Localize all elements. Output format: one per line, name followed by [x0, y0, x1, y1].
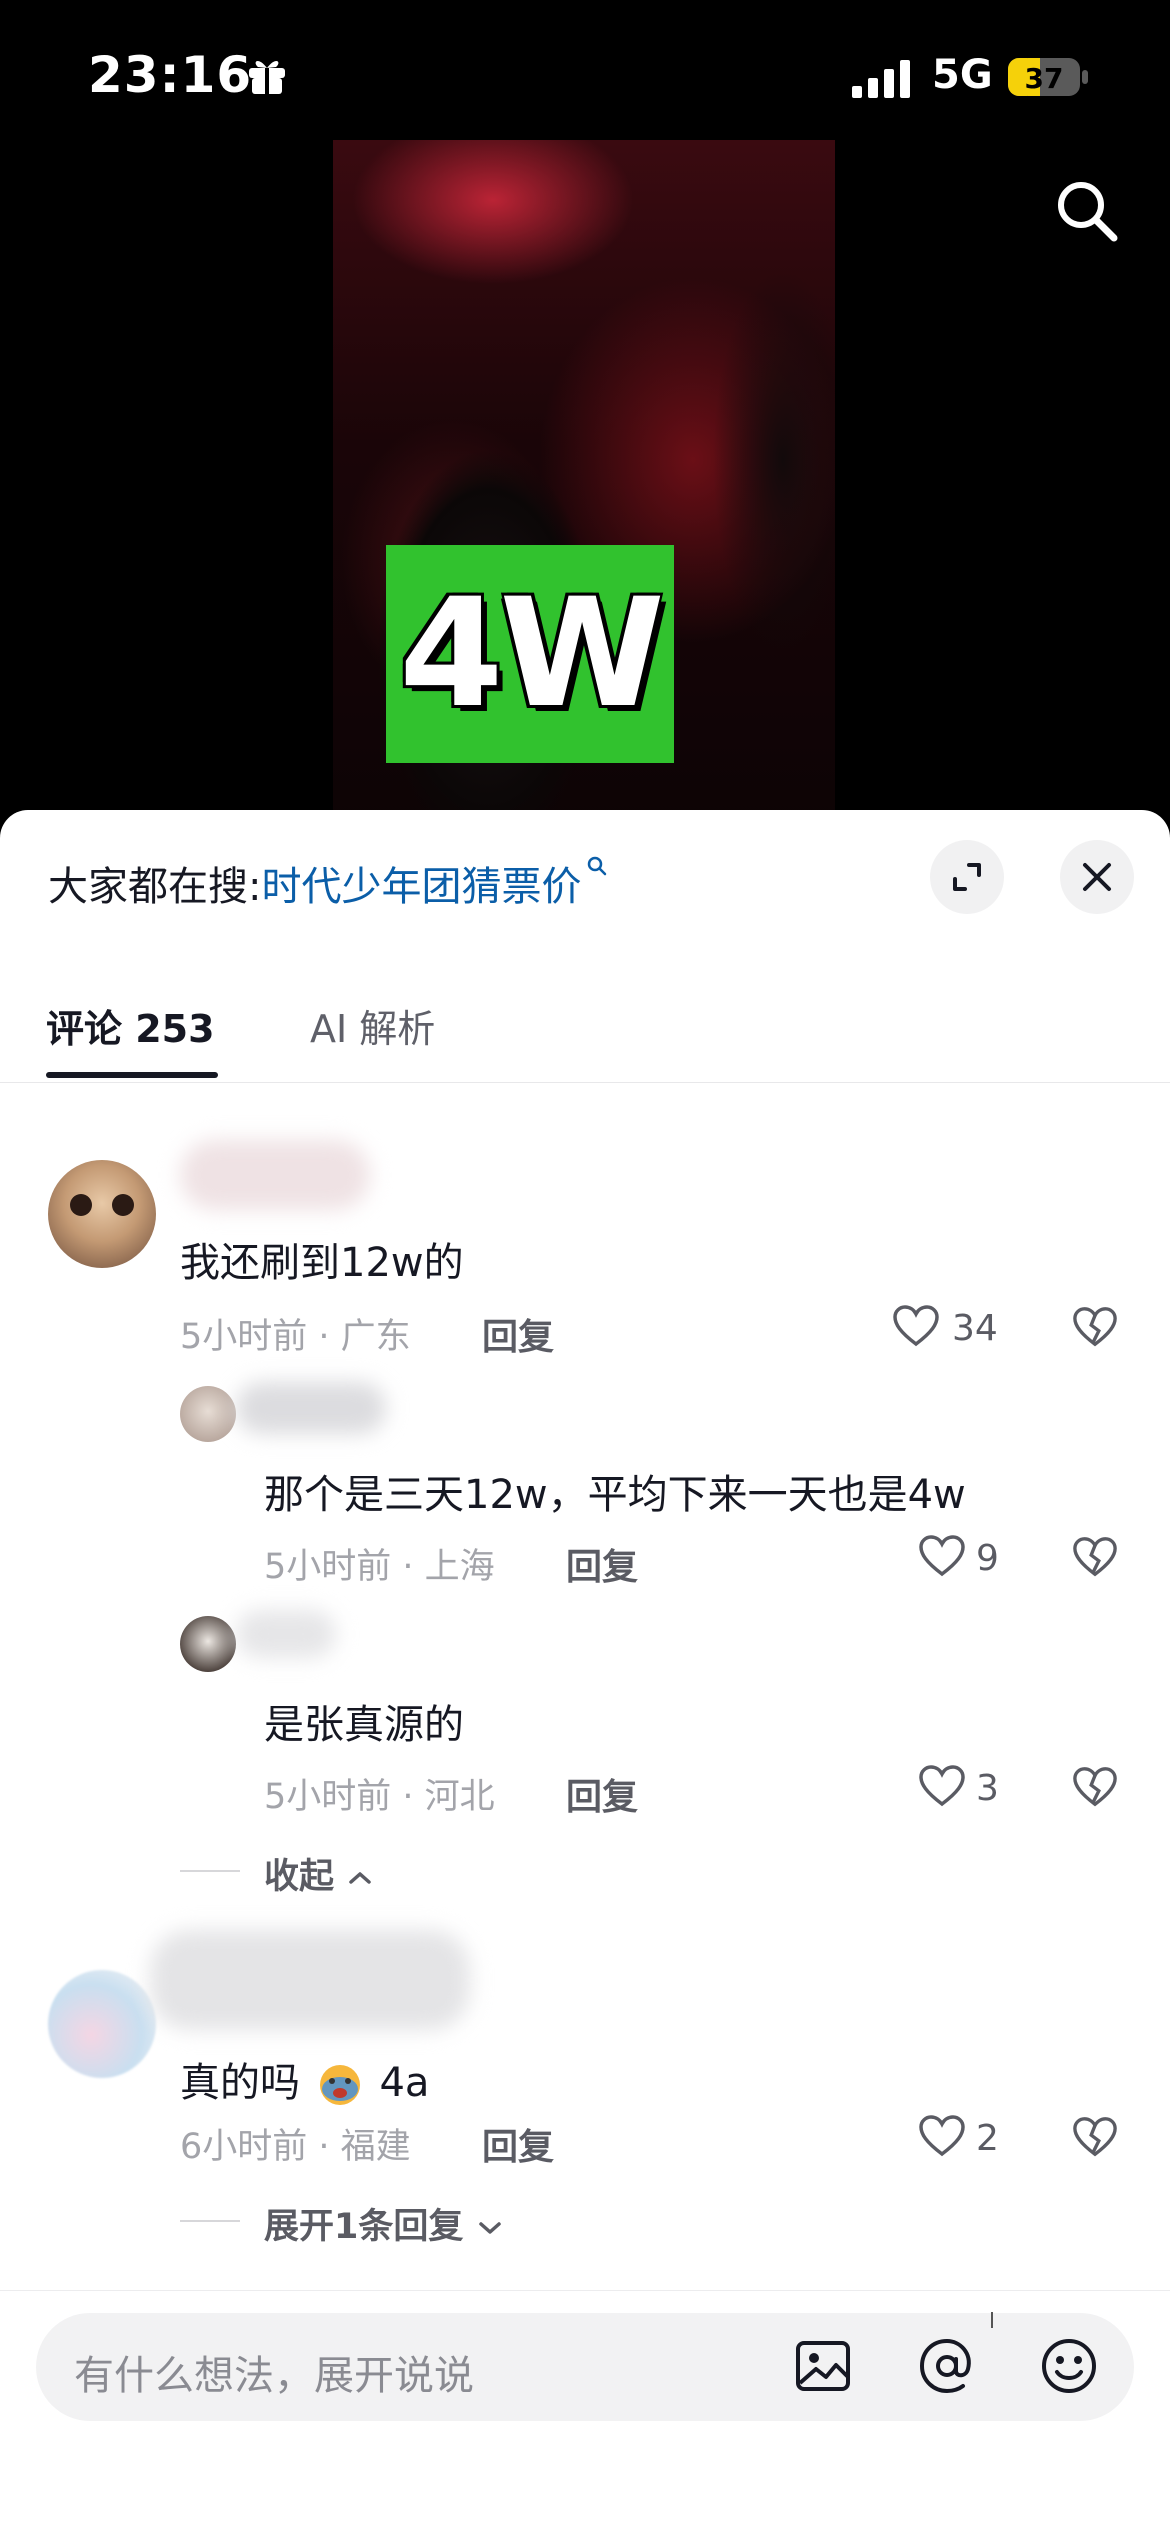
battery-icon: 37 — [1008, 58, 1088, 96]
dislike-icon[interactable] — [1072, 2114, 1118, 2160]
trending-search[interactable]: 大家都在搜:时代少年团猜票价 — [48, 854, 609, 912]
heart-icon[interactable] — [918, 1764, 966, 1808]
avatar[interactable] — [180, 1386, 236, 1442]
mention-icon[interactable] — [914, 2333, 980, 2399]
dislike-icon[interactable] — [1072, 1534, 1118, 1580]
battery-level: 37 — [1025, 62, 1064, 95]
avatar-eye-left — [70, 1194, 92, 1216]
like-count: 34 — [952, 1308, 998, 1349]
avatar-eye-right — [112, 1194, 134, 1216]
network-type: 5G — [932, 52, 993, 98]
collapse-label: 收起 — [264, 1857, 335, 1897]
like-count: 3 — [976, 1768, 999, 1809]
expand-icon — [953, 863, 981, 891]
expand-label: 展开1条回复 — [264, 2207, 464, 2247]
avatar[interactable] — [48, 1970, 156, 2078]
comment-meta: 6小时前 · 福建 — [180, 2127, 411, 2167]
magnifier-icon — [588, 856, 607, 876]
avatar[interactable] — [48, 1160, 156, 1268]
username-blurred[interactable] — [236, 1610, 336, 1658]
like-count: 2 — [976, 2118, 999, 2159]
like-count: 9 — [976, 1538, 999, 1579]
avatar[interactable] — [180, 1616, 236, 1672]
reply-button[interactable]: 回复 — [482, 2118, 554, 2170]
tab-bar: 评论 253 AI 解析 — [0, 960, 1170, 1083]
signal-icon — [852, 60, 910, 98]
comment-text-suffix: 4a — [379, 2060, 430, 2106]
gift-icon — [249, 60, 285, 94]
reply-text: 那个是三天12w，平均下来一天也是4w — [264, 1472, 966, 1518]
comment-input[interactable]: 有什么想法，展开说说 — [36, 2313, 1134, 2421]
battery-indicator: 37 — [1008, 58, 1088, 96]
trending-query-link[interactable]: 时代少年团猜票价 — [261, 864, 581, 910]
reply-meta: 5小时前 · 河北 — [264, 1777, 495, 1817]
video-player[interactable]: 4W — [333, 140, 835, 820]
reply-meta: 5小时前 · 上海 — [264, 1547, 495, 1587]
expand-replies-button[interactable]: 展开1条回复 — [264, 2198, 504, 2249]
image-icon[interactable] — [790, 2333, 856, 2399]
username-blurred[interactable] — [150, 1930, 470, 2030]
chevron-down-icon — [478, 2222, 501, 2234]
heart-icon[interactable] — [918, 1534, 966, 1578]
video-overlay-text: 4W — [399, 567, 665, 741]
trending-prefix: 大家都在搜: — [48, 864, 262, 910]
comment-sheet: 大家都在搜:时代少年团猜票价 评论 253 AI 解析 我还刷到12w的 5小时… — [0, 810, 1170, 2532]
reply-button[interactable]: 回复 — [566, 1538, 638, 1590]
dislike-icon[interactable] — [1072, 1304, 1118, 1350]
comment-meta: 5小时前 · 广东 — [180, 1317, 411, 1357]
reply-button[interactable]: 回复 — [482, 1308, 554, 1360]
cursor-icon — [991, 2312, 993, 2328]
video-overlay-badge: 4W — [386, 545, 674, 763]
emoji-picker-icon[interactable] — [1036, 2333, 1102, 2399]
comment-input-placeholder: 有什么想法，展开说说 — [74, 2353, 474, 2399]
clock-time: 23:16 — [88, 46, 253, 104]
comment-text: 真的吗 4a — [180, 2050, 429, 2108]
reply-button[interactable]: 回复 — [566, 1768, 638, 1820]
chevron-up-icon — [349, 1872, 371, 1884]
fold-divider — [180, 1870, 240, 1872]
search-icon[interactable] — [1052, 176, 1122, 246]
heart-icon[interactable] — [892, 1304, 940, 1348]
expand-button[interactable] — [930, 840, 1004, 914]
status-bar: 23:16 5G 37 — [0, 0, 1170, 140]
username-blurred[interactable] — [236, 1382, 386, 1434]
heart-icon[interactable] — [918, 2114, 966, 2158]
emoji-icon — [319, 2065, 360, 2105]
tab-underline — [46, 1072, 218, 1078]
dislike-icon[interactable] — [1072, 1764, 1118, 1810]
tab-ai-analysis[interactable]: AI 解析 — [310, 998, 435, 1053]
username-blurred[interactable] — [180, 1140, 370, 1210]
reply-text: 是张真源的 — [264, 1702, 464, 1748]
tab-comments[interactable]: 评论 253 — [46, 998, 215, 1053]
fold-divider — [180, 2220, 240, 2222]
comment-text: 我还刷到12w的 — [180, 1240, 464, 1286]
comment-text-main: 真的吗 — [180, 2060, 300, 2106]
collapse-replies-button[interactable]: 收起 — [264, 1848, 374, 1899]
video-figure-secondary — [713, 260, 835, 660]
close-icon — [1083, 863, 1111, 891]
close-button[interactable] — [1060, 840, 1134, 914]
